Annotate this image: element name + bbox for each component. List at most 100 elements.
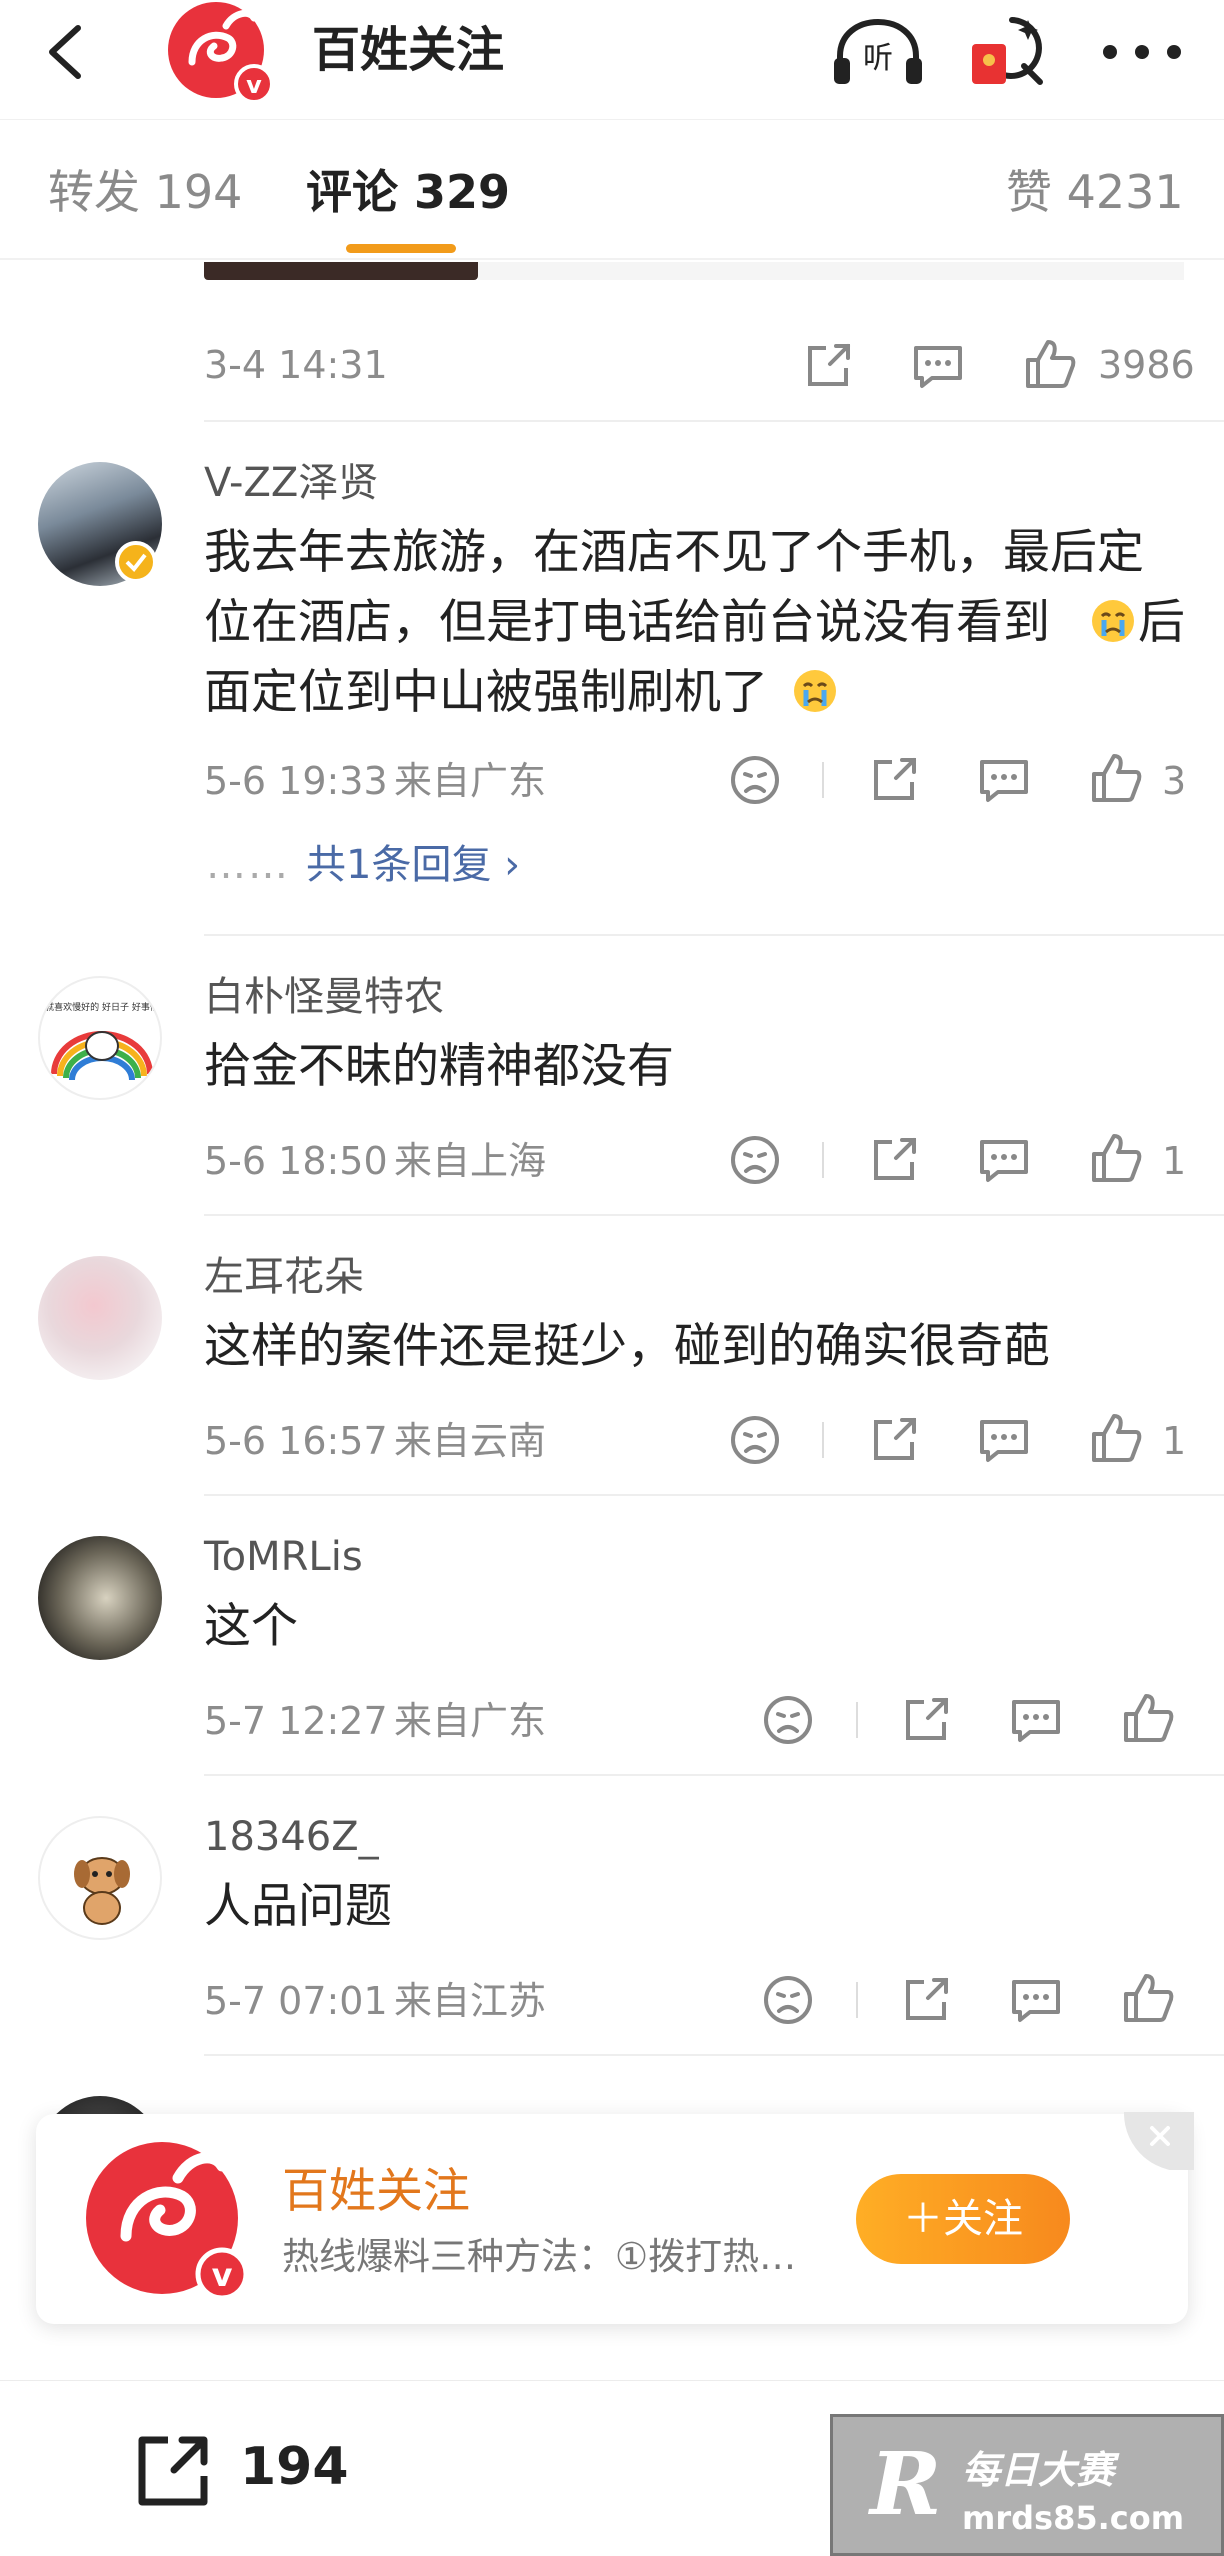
- tab-comments-count: 329: [414, 165, 511, 219]
- watermark-logo: R: [870, 2434, 942, 2535]
- tab-bar: 转发 194 评论 329 赞 4231: [0, 120, 1224, 260]
- account-logo-avatar[interactable]: v: [162, 0, 282, 108]
- divider: [204, 1774, 1224, 1776]
- divider: [204, 1214, 1224, 1216]
- comment-text: 拾金不昧的精神都没有: [204, 1039, 674, 1094]
- reply-dots: ……: [206, 842, 290, 888]
- share-icon[interactable]: [866, 1132, 922, 1188]
- comment-icon[interactable]: [976, 752, 1032, 808]
- comment-location: 来自广东: [394, 1699, 547, 1743]
- tab-repost-count: 194: [154, 165, 243, 219]
- red-packet-search-icon[interactable]: [968, 14, 1052, 92]
- avatar-caption: 就喜欢慢好的 好日子 好事情: [45, 1001, 159, 1013]
- tab-repost[interactable]: 转发 194: [48, 162, 242, 222]
- comment-icon[interactable]: [976, 1132, 1032, 1188]
- comment-time: 5-6 19:33: [204, 759, 388, 803]
- close-icon[interactable]: [1124, 2112, 1194, 2170]
- divider: [822, 1422, 824, 1458]
- card-account-name[interactable]: 百姓关注: [282, 2162, 470, 2222]
- comment-time: 5-6 18:50: [204, 1139, 388, 1183]
- tab-likes-label: 赞: [1006, 165, 1052, 219]
- tab-comments[interactable]: 评论 329: [306, 162, 510, 222]
- like-icon[interactable]: [1022, 336, 1078, 392]
- tab-likes[interactable]: 赞 4231: [1006, 162, 1184, 222]
- listen-headphone-icon[interactable]: 听: [830, 18, 926, 88]
- follow-button[interactable]: ＋关注: [856, 2174, 1070, 2264]
- share-icon[interactable]: [866, 1412, 922, 1468]
- comment-time: 3-4 14:31: [204, 343, 388, 387]
- view-replies-link[interactable]: 共1条回复 ›: [306, 840, 520, 890]
- avatar[interactable]: 就喜欢慢好的 好日子 好事情: [38, 976, 162, 1100]
- share-icon[interactable]: [898, 1692, 954, 1748]
- share-icon[interactable]: [800, 338, 856, 394]
- like-count: 1: [1162, 1419, 1187, 1463]
- watermark-url: mrds85.com: [962, 2499, 1185, 2537]
- comment-location: 来自云南: [394, 1419, 547, 1463]
- dislike-face-icon[interactable]: [760, 1692, 816, 1748]
- comment-time: 5-6 16:57: [204, 1419, 388, 1463]
- card-description: 热线爆料三种方法：①拨打热…: [282, 2235, 797, 2278]
- dislike-face-icon[interactable]: [727, 1412, 783, 1468]
- comment-username[interactable]: 18346Z_: [204, 1812, 379, 1862]
- account-title: 百姓关注: [312, 22, 505, 78]
- avatar[interactable]: [38, 1536, 162, 1660]
- comment-icon[interactable]: [1008, 1692, 1064, 1748]
- dislike-face-icon[interactable]: [727, 1132, 783, 1188]
- comment-username[interactable]: 白朴怪曼特农: [204, 972, 444, 1022]
- previous-comment-image-fragment: [204, 262, 478, 280]
- comment-text-line: 我去年去旅游，在酒店不见了个手机，最后定: [204, 525, 1144, 580]
- previous-comment-image-bg: [478, 262, 1184, 280]
- comment-time: 5-7 12:27: [204, 1699, 388, 1743]
- like-icon[interactable]: [1088, 1410, 1144, 1466]
- comment-text: 这样的案件还是挺少，碰到的确实很奇葩: [204, 1319, 1050, 1374]
- tab-likes-count: 4231: [1066, 165, 1184, 219]
- share-icon[interactable]: [866, 752, 922, 808]
- rainbow-cartoon-icon: 就喜欢慢好的 好日子 好事情: [45, 1001, 159, 1081]
- account-logo-avatar[interactable]: v: [82, 2138, 252, 2308]
- comment-icon[interactable]: [976, 1412, 1032, 1468]
- tab-comments-label: 评论: [306, 165, 398, 219]
- avatar[interactable]: [38, 1256, 162, 1380]
- crying-emoji-icon: [1092, 600, 1134, 642]
- comment-username[interactable]: 左耳花朵: [204, 1252, 364, 1302]
- like-count: 3: [1162, 759, 1187, 803]
- divider: [204, 420, 1224, 422]
- comment-location: 来自上海: [394, 1139, 547, 1183]
- divider: [204, 934, 1224, 936]
- like-count: 1: [1162, 1139, 1187, 1183]
- divider: [204, 2054, 1224, 2056]
- like-icon[interactable]: [1088, 1130, 1144, 1186]
- divider: [856, 1982, 858, 2018]
- comment-text-line: 位在酒店，但是打电话给前台说没有看到: [204, 595, 1050, 650]
- comment-text-line: 面定位到中山被强制刷机了: [204, 665, 768, 720]
- comment-username[interactable]: ToMRLis: [204, 1532, 363, 1582]
- more-menu-icon[interactable]: [1092, 22, 1192, 82]
- back-arrow-icon[interactable]: [40, 22, 100, 82]
- svg-text:v: v: [246, 71, 262, 99]
- comment-location: 来自广东: [394, 759, 547, 803]
- divider: [822, 762, 824, 798]
- like-icon[interactable]: [1088, 750, 1144, 806]
- divider: [856, 1702, 858, 1738]
- comment-text: 人品问题: [204, 1879, 392, 1934]
- repost-icon[interactable]: [130, 2428, 216, 2514]
- dislike-face-icon[interactable]: [727, 752, 783, 808]
- dislike-face-icon[interactable]: [760, 1972, 816, 2028]
- comment-text: 这个: [204, 1599, 298, 1654]
- like-icon[interactable]: [1120, 1690, 1176, 1746]
- like-count: 3986: [1098, 343, 1195, 387]
- comment-icon[interactable]: [910, 338, 966, 394]
- comment-location: 来自江苏: [394, 1979, 547, 2023]
- share-icon[interactable]: [898, 1972, 954, 2028]
- repost-count[interactable]: 194: [240, 2432, 349, 2502]
- divider: [204, 1494, 1224, 1496]
- comment-username[interactable]: V-ZZ泽贤: [204, 458, 378, 508]
- comment-text-line: 后: [1138, 595, 1185, 650]
- avatar[interactable]: [38, 1816, 162, 1940]
- comment-time: 5-7 07:01: [204, 1979, 388, 2023]
- like-icon[interactable]: [1120, 1970, 1176, 2026]
- crying-emoji-icon: [794, 670, 836, 712]
- watermark-name: 每日大赛: [962, 2448, 1115, 2492]
- comment-icon[interactable]: [1008, 1972, 1064, 2028]
- puppy-cartoon-icon: [74, 1857, 130, 1925]
